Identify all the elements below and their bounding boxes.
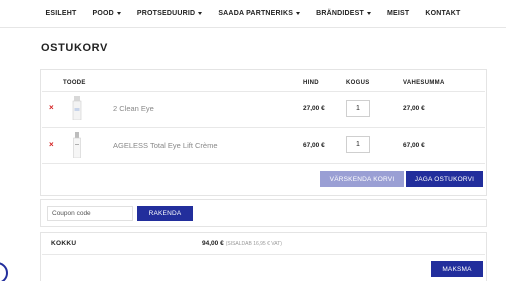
- chevron-down-icon: [116, 12, 121, 15]
- product-tube-image: [72, 96, 82, 120]
- column-header-price: HIND: [303, 80, 319, 86]
- floating-widget-icon[interactable]: [0, 262, 8, 281]
- checkout-button[interactable]: MAKSMA: [431, 261, 483, 277]
- column-header-subtotal: VAHESUMMA: [403, 80, 445, 86]
- row-divider: [42, 254, 485, 255]
- quantity-input[interactable]: 1: [346, 136, 370, 153]
- nav-item-pood[interactable]: POOD: [84, 10, 128, 17]
- chevron-down-icon: [366, 12, 371, 15]
- nav-item-label: PROTSEDUURID: [136, 10, 196, 17]
- product-bottle-image: [73, 132, 81, 158]
- nav-item-esileht[interactable]: ESILEHT: [38, 10, 85, 17]
- quantity-input[interactable]: 1: [346, 100, 370, 117]
- nav-item-brandidest[interactable]: BRÄNDIDEST: [308, 10, 379, 17]
- cart-totals: KOKKU 94,00 € (SISALDAB 16,95 € VAT) MAKS…: [40, 232, 487, 281]
- remove-item-button[interactable]: ×: [49, 141, 54, 149]
- vat-note: (SISALDAB 16,95 € VAT): [225, 241, 282, 247]
- nav-item-saada-partneriks[interactable]: SAADA PARTNERIKS: [210, 10, 308, 17]
- product-price: 67,00 €: [303, 142, 325, 149]
- coupon-section: Coupon code RAKENDA: [40, 199, 487, 227]
- nav-item-label: ESILEHT: [45, 10, 77, 17]
- product-subtotal: 67,00 €: [403, 142, 425, 149]
- chevron-down-icon: [296, 12, 301, 15]
- coupon-code-input[interactable]: Coupon code: [47, 206, 133, 221]
- nav-item-label: SAADA PARTNERIKS: [218, 10, 294, 17]
- total-label: KOKKU: [51, 240, 77, 247]
- nav-item-meist[interactable]: MEIST: [379, 10, 417, 17]
- remove-item-button[interactable]: ×: [49, 104, 54, 112]
- column-header-product: TOODE: [63, 80, 86, 86]
- product-name-link[interactable]: AGELESS Total Eye Lift Crème: [113, 141, 218, 150]
- update-cart-button[interactable]: VÄRSKENDA KORVI: [320, 171, 404, 187]
- row-divider: [42, 163, 485, 164]
- share-cart-button[interactable]: JAGA OSTUKORVI: [406, 171, 483, 187]
- total-value: 94,00 € (SISALDAB 16,95 € VAT): [202, 240, 282, 247]
- row-divider: [42, 91, 485, 92]
- chevron-down-icon: [198, 12, 203, 15]
- nav-item-label: MEIST: [386, 10, 410, 17]
- column-header-quantity: KOGUS: [346, 80, 370, 86]
- cart-table: TOODE HIND KOGUS VAHESUMMA × 2 Clean Eye…: [40, 69, 487, 196]
- product-price: 27,00 €: [303, 105, 325, 112]
- page-title: OSTUKORV: [41, 42, 108, 54]
- product-thumbnail[interactable]: [69, 132, 85, 158]
- product-thumbnail[interactable]: [69, 96, 85, 122]
- total-amount: 94,00 €: [202, 240, 224, 247]
- nav-item-protseduurid[interactable]: PROTSEDUURID: [129, 10, 210, 17]
- main-navigation: ESILEHT POOD PROTSEDUURID SAADA PARTNERI…: [0, 0, 506, 28]
- product-name-link[interactable]: 2 Clean Eye: [113, 104, 154, 113]
- row-divider: [42, 127, 485, 128]
- nav-item-label: KONTAKT: [425, 10, 461, 17]
- nav-item-label: BRÄNDIDEST: [316, 10, 364, 17]
- product-subtotal: 27,00 €: [403, 105, 425, 112]
- nav-item-kontakt[interactable]: KONTAKT: [417, 10, 468, 17]
- apply-coupon-button[interactable]: RAKENDA: [137, 206, 193, 221]
- nav-item-label: POOD: [92, 10, 114, 17]
